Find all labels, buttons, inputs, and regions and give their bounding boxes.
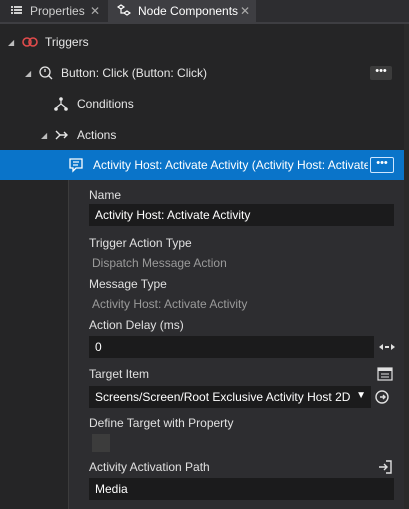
activation-path-input[interactable]: Media <box>89 478 394 500</box>
tab-properties[interactable]: Properties ✕ <box>0 0 106 22</box>
activation-path-label: Activity Activation Path <box>89 460 210 474</box>
tree-item-label: Conditions <box>77 97 134 111</box>
tree-item-triggers[interactable]: ◢ Triggers <box>0 27 404 57</box>
tree-item-conditions[interactable]: Conditions <box>0 89 404 119</box>
tree-item-label: Button: Click (Button: Click) <box>61 66 208 80</box>
list-icon <box>8 5 24 18</box>
trigger-action-type-label: Trigger Action Type <box>89 236 192 250</box>
tab-bar: Properties ✕ Node Components ✕ <box>0 0 409 22</box>
action-delay-label: Action Delay (ms) <box>89 318 184 332</box>
tab-properties-label: Properties <box>30 4 85 18</box>
target-item-value: Screens/Screen/Root Exclusive Activity H… <box>95 390 351 404</box>
action-delay-input[interactable]: 0 <box>89 336 374 358</box>
target-item-select[interactable]: Screens/Screen/Root Exclusive Activity H… <box>89 386 371 408</box>
close-icon[interactable]: ✕ <box>240 4 250 18</box>
more-options-button[interactable]: ••• <box>370 157 394 173</box>
import-path-icon[interactable] <box>376 458 394 476</box>
tab-node-components[interactable]: Node Components ✕ <box>108 0 256 22</box>
binding-editor-icon[interactable] <box>376 365 394 383</box>
conditions-icon <box>53 96 69 112</box>
tab-node-components-label: Node Components <box>138 4 239 18</box>
close-icon[interactable]: ✕ <box>90 4 100 18</box>
trigger-action-type-value: Dispatch Message Action <box>92 256 227 270</box>
expand-arrow-icon[interactable]: ◢ <box>25 69 31 78</box>
property-panel: Name Activity Host: Activate Activity Tr… <box>68 180 405 509</box>
tab-underline <box>0 22 409 24</box>
message-type-label: Message Type <box>89 277 167 291</box>
go-to-target-icon[interactable] <box>373 388 391 406</box>
dropdown-arrow-icon: ▼ <box>356 390 366 401</box>
drag-value-icon[interactable] <box>378 338 396 356</box>
node-components-icon <box>116 3 132 19</box>
trigger-icon <box>22 34 38 50</box>
tree-item-activity-host-action[interactable]: Activity Host: Activate Activity (Activi… <box>0 150 404 180</box>
expand-arrow-icon[interactable]: ◢ <box>41 131 47 140</box>
tree-item-label: Triggers <box>45 35 89 49</box>
define-target-label: Define Target with Property <box>89 416 234 430</box>
tree-item-label: Actions <box>77 128 117 142</box>
expand-arrow-icon[interactable]: ◢ <box>8 38 14 47</box>
name-input[interactable]: Activity Host: Activate Activity <box>89 204 394 226</box>
target-item-label: Target Item <box>89 367 150 381</box>
tree-item-actions[interactable]: ◢ Actions <box>0 120 404 150</box>
more-options-button[interactable]: ••• <box>370 66 392 80</box>
tree-item-button-click[interactable]: ◢ Button: Click (Button: Click) ••• <box>0 58 404 88</box>
tree-item-label: Activity Host: Activate Activity (Activi… <box>93 158 368 172</box>
scrollbar[interactable] <box>404 24 409 509</box>
define-target-checkbox[interactable] <box>92 434 110 452</box>
message-action-icon <box>68 157 84 173</box>
actions-icon <box>54 127 70 143</box>
name-label: Name <box>89 188 122 202</box>
mouse-click-icon <box>38 65 54 81</box>
message-type-value: Activity Host: Activate Activity <box>92 297 248 311</box>
